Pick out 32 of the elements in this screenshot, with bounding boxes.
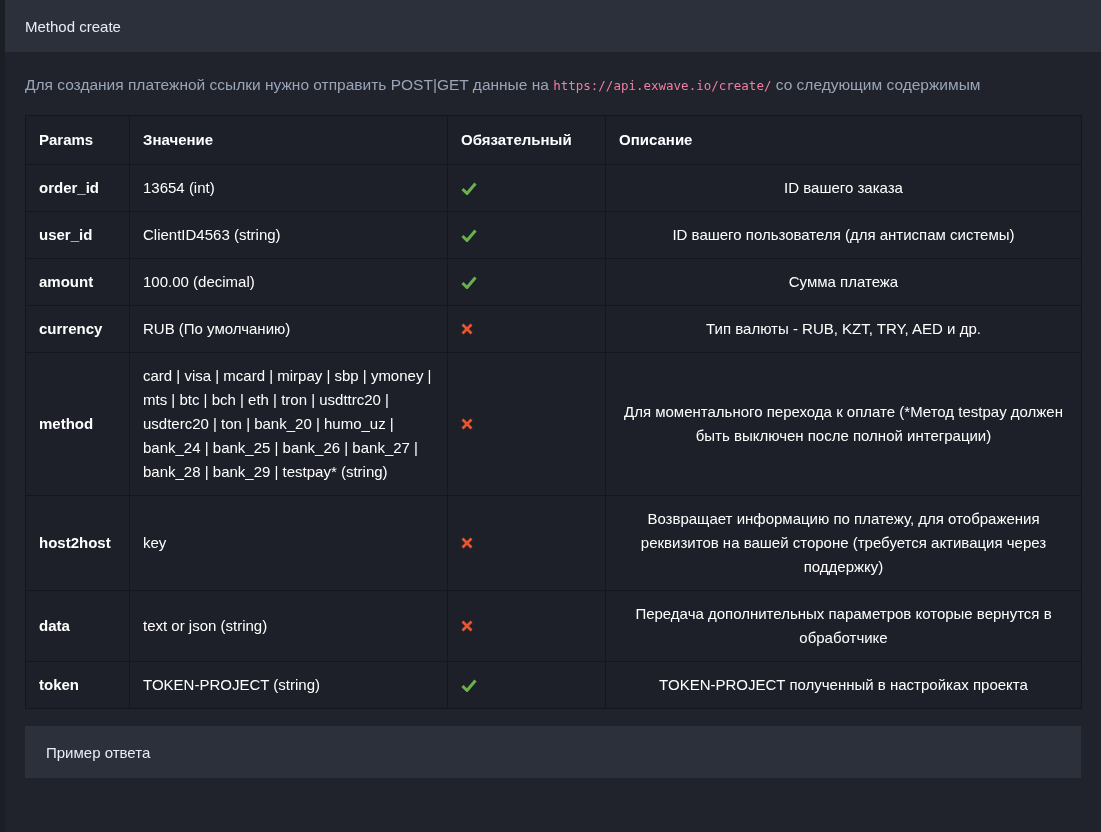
card-title: Method create <box>25 17 121 35</box>
example-title: Пример ответа <box>46 743 151 761</box>
param-name: amount <box>25 258 130 306</box>
param-description: ID вашего пользователя (для антиспам системы) <box>605 211 1082 259</box>
param-description: TOKEN-PROJECT полученный в настройках проекта <box>605 661 1082 709</box>
column-header: Обязательный <box>447 115 606 165</box>
param-name: token <box>25 661 130 709</box>
param-description: ID вашего заказа <box>605 164 1082 212</box>
column-header: Описание <box>605 115 1082 165</box>
column-header: Params <box>25 115 130 165</box>
param-description: Сумма платежа <box>605 258 1082 306</box>
param-value: 100.00 (decimal) <box>129 258 448 306</box>
param-name: method <box>25 352 130 496</box>
param-name: host2host <box>25 495 130 591</box>
param-description: Возвращает информацию по платежу, для отображения реквизитов на вашей стороне (требуется активация через поддержку) <box>605 495 1082 591</box>
param-value: RUB (По умолчанию) <box>129 305 448 353</box>
param-value: text or json (string) <box>129 590 448 662</box>
param-value: 13654 (int) <box>129 164 448 212</box>
param-value: ClientID4563 (string) <box>129 211 448 259</box>
column-header: Значение <box>129 115 448 165</box>
param-name: currency <box>25 305 130 353</box>
param-name: user_id <box>25 211 130 259</box>
param-value: TOKEN-PROJECT (string) <box>129 661 448 709</box>
url-code: https://api.exwave.io/create/ <box>553 78 772 93</box>
param-value: key <box>129 495 448 591</box>
param-description: Тип валюты - RUB, KZT, TRY, AED и др. <box>605 305 1082 353</box>
param-description: Для моментального перехода к оплате (*Метод testpay должен быть выключен после полной интеграции) <box>605 352 1082 496</box>
param-name: order_id <box>25 164 130 212</box>
param-description: Передача дополнительных параметров которые вернутся в обработчике <box>605 590 1082 662</box>
intro-text: Для создания платежной ссылки нужно отправить POST|GET данные на https://api.exwave.io/create/ со следующим содержимым <box>25 76 982 94</box>
param-name: data <box>25 590 130 662</box>
param-value: card | visa | mcard | mirpay | sbp | ymoney | mts | btc | bch | eth | tron | usdttrc20 | usdterc20 | ton | bank_20 | humo_uz | bank_24 | bank_25 | bank_26 | bank_27 | bank_28 | bank_29 | testpay* (string) <box>129 352 448 496</box>
